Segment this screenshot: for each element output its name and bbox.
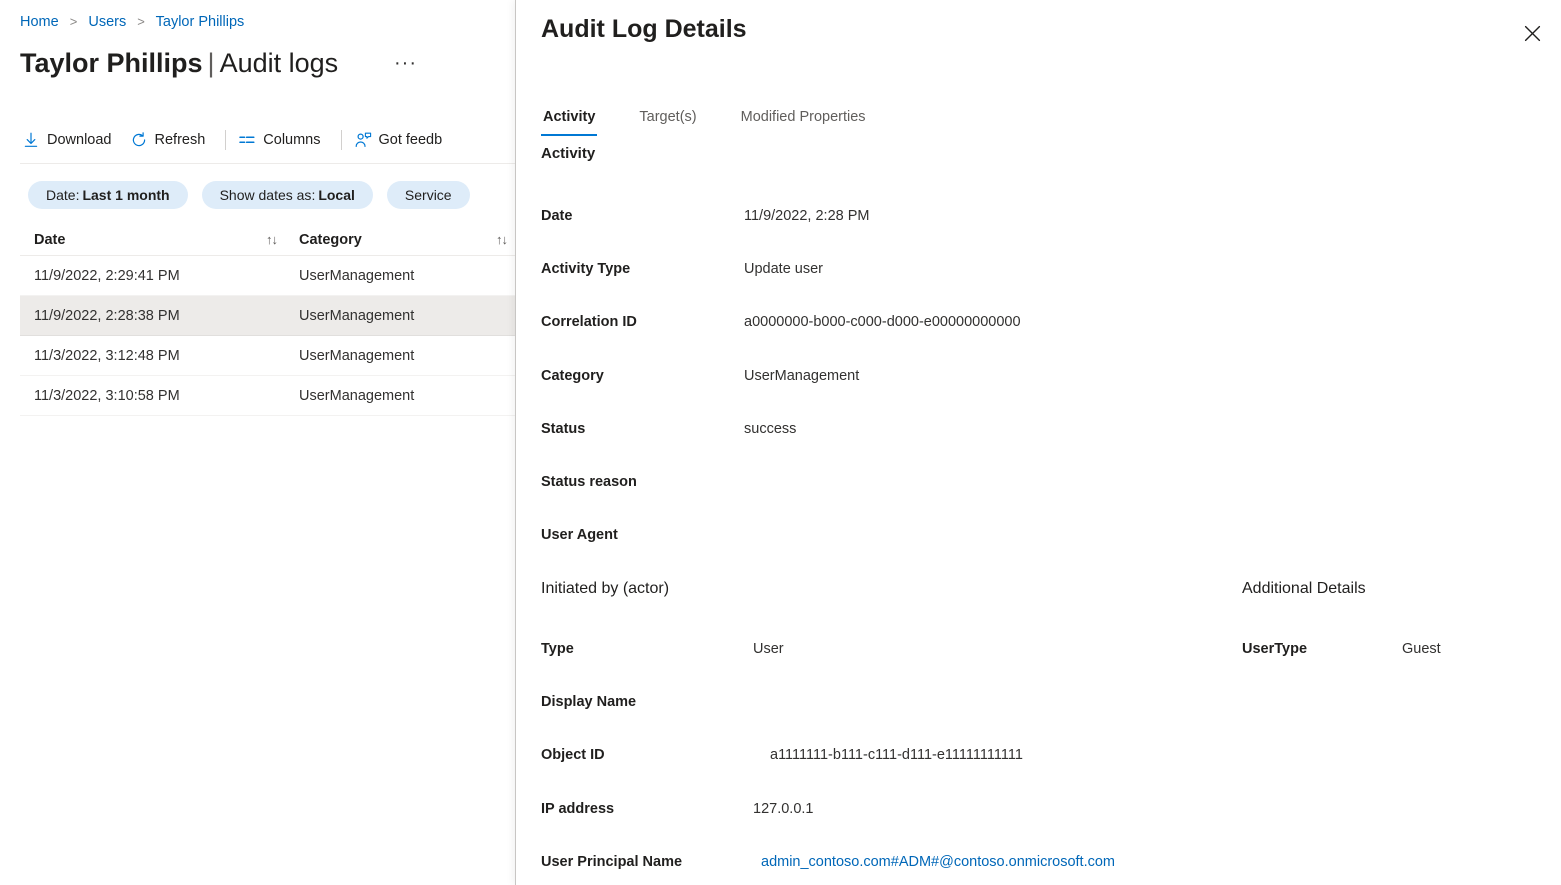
got-feedback-button[interactable]: Got feedb (352, 124, 453, 156)
table-row[interactable]: 11/3/2022, 3:12:48 PM UserManagement (20, 336, 515, 376)
panel-title: Audit Log Details (541, 12, 747, 46)
panel-tabs: Activity Target(s) Modified Properties (541, 100, 908, 136)
breadcrumb-separator: > (137, 14, 145, 29)
filter-pill-show-dates-sep: : (311, 187, 315, 203)
page-title-divider: | (208, 48, 215, 78)
field-correlation-id-label: Correlation ID (541, 314, 637, 330)
refresh-button[interactable]: Refresh (128, 124, 216, 156)
cell-date: 11/3/2022, 3:10:58 PM (20, 388, 285, 404)
cell-date: 11/3/2022, 3:12:48 PM (20, 348, 285, 364)
page-title: Taylor Phillips|Audit logs (20, 44, 338, 82)
table-row[interactable]: 11/3/2022, 3:10:58 PM UserManagement (20, 376, 515, 416)
field-actor-object-id-label: Object ID (541, 747, 605, 763)
filter-pill-date-sep: : (76, 187, 80, 203)
breadcrumb-item-home[interactable]: Home (20, 14, 59, 30)
field-actor-user-principal-name-value[interactable]: admin_contoso.com#ADM#@contoso.onmicroso… (761, 854, 1115, 870)
sort-icon[interactable]: ↑↓ (496, 233, 507, 246)
filter-pill-date-value: Last 1 month (82, 187, 169, 203)
sort-icon[interactable]: ↑↓ (266, 233, 277, 246)
toolbar-separator (341, 130, 342, 150)
columns-icon (238, 131, 256, 149)
cell-category: UserManagement (285, 388, 515, 404)
field-status-label: Status (541, 421, 585, 437)
page-title-secondary: Audit logs (220, 48, 339, 78)
toolbar-separator (225, 130, 226, 150)
audit-logs-page: Home > Users > Taylor Phillips Taylor Ph… (0, 0, 515, 885)
field-status-value: success (744, 421, 796, 437)
filter-pill-show-dates-as[interactable]: Show dates as : Local (202, 181, 373, 209)
column-header-category-label: Category (299, 232, 362, 248)
field-user-agent-label: User Agent (541, 527, 618, 543)
refresh-icon (130, 131, 148, 149)
section-heading-additional-details: Additional Details (1242, 580, 1366, 598)
tab-activity[interactable]: Activity (541, 109, 597, 136)
filter-pill-date-name: Date (46, 187, 76, 203)
field-category-label: Category (541, 368, 604, 384)
audit-log-details-panel: Audit Log Details Activity Target(s) Mod… (515, 0, 1561, 885)
field-status-reason-label: Status reason (541, 474, 637, 490)
breadcrumb-item-taylor-phillips[interactable]: Taylor Phillips (156, 14, 245, 30)
cell-category: UserManagement (285, 308, 515, 324)
cell-category: UserManagement (285, 268, 515, 284)
got-feedback-label: Got feedb (379, 132, 443, 148)
filter-pill-service[interactable]: Service (387, 181, 470, 209)
command-bar: Download Refresh Columns (20, 124, 452, 156)
cell-date: 11/9/2022, 2:28:38 PM (20, 308, 285, 324)
toolbar-divider (20, 163, 515, 164)
section-heading-initiated-by: Initiated by (actor) (541, 580, 669, 598)
field-actor-ip-address-label: IP address (541, 801, 614, 817)
breadcrumb: Home > Users > Taylor Phillips (20, 12, 244, 32)
column-header-date[interactable]: Date ↑↓ (20, 232, 285, 248)
section-heading-activity: Activity (541, 145, 595, 162)
field-actor-user-principal-name-label: User Principal Name (541, 854, 682, 870)
tab-modified-properties[interactable]: Modified Properties (739, 109, 868, 136)
breadcrumb-item-users[interactable]: Users (88, 14, 126, 30)
filter-pill-bar: Date : Last 1 month Show dates as : Loca… (28, 181, 484, 209)
field-activity-type-value: Update user (744, 261, 823, 277)
page-more-menu-button[interactable]: ··· (394, 53, 417, 73)
app-root: Home > Users > Taylor Phillips Taylor Ph… (0, 0, 1561, 885)
field-actor-display-name-label: Display Name (541, 694, 636, 710)
feedback-person-icon (354, 131, 372, 149)
refresh-label: Refresh (155, 132, 206, 148)
page-title-primary: Taylor Phillips (20, 48, 203, 78)
field-date-value: 11/9/2022, 2:28 PM (744, 208, 870, 224)
audit-logs-table: Date ↑↓ Category ↑↓ 11/9/2022, 2:29:41 P… (20, 224, 515, 416)
column-header-category[interactable]: Category ↑↓ (285, 232, 515, 248)
field-date-label: Date (541, 208, 572, 224)
columns-label: Columns (263, 132, 320, 148)
filter-pill-date[interactable]: Date : Last 1 month (28, 181, 188, 209)
table-header-row: Date ↑↓ Category ↑↓ (20, 224, 515, 256)
filter-pill-service-name: Service (405, 187, 452, 203)
download-icon (22, 131, 40, 149)
field-correlation-id-value: a0000000-b000-c000-d000-e00000000000 (744, 314, 1021, 330)
field-actor-ip-address-value: 127.0.0.1 (753, 801, 813, 817)
field-usertype-label: UserType (1242, 641, 1307, 657)
download-label: Download (47, 132, 112, 148)
close-icon[interactable] (1516, 17, 1548, 49)
columns-button[interactable]: Columns (236, 124, 330, 156)
field-actor-type-label: Type (541, 641, 574, 657)
table-row[interactable]: 11/9/2022, 2:29:41 PM UserManagement (20, 256, 515, 296)
column-header-date-label: Date (34, 232, 65, 248)
field-actor-type-value: User (753, 641, 784, 657)
cell-date: 11/9/2022, 2:29:41 PM (20, 268, 285, 284)
breadcrumb-separator: > (70, 14, 78, 29)
field-activity-type-label: Activity Type (541, 261, 630, 277)
filter-pill-show-dates-value: Local (318, 187, 355, 203)
field-category-value: UserManagement (744, 368, 859, 384)
filter-pill-show-dates-name: Show dates as (220, 187, 312, 203)
field-actor-object-id-value: a1111111-b111-c111-d111-e11111111111 (770, 747, 1023, 763)
cell-category: UserManagement (285, 348, 515, 364)
table-row[interactable]: 11/9/2022, 2:28:38 PM UserManagement (20, 296, 515, 336)
field-usertype-value: Guest (1402, 641, 1441, 657)
tab-targets[interactable]: Target(s) (637, 109, 698, 136)
download-button[interactable]: Download (20, 124, 122, 156)
